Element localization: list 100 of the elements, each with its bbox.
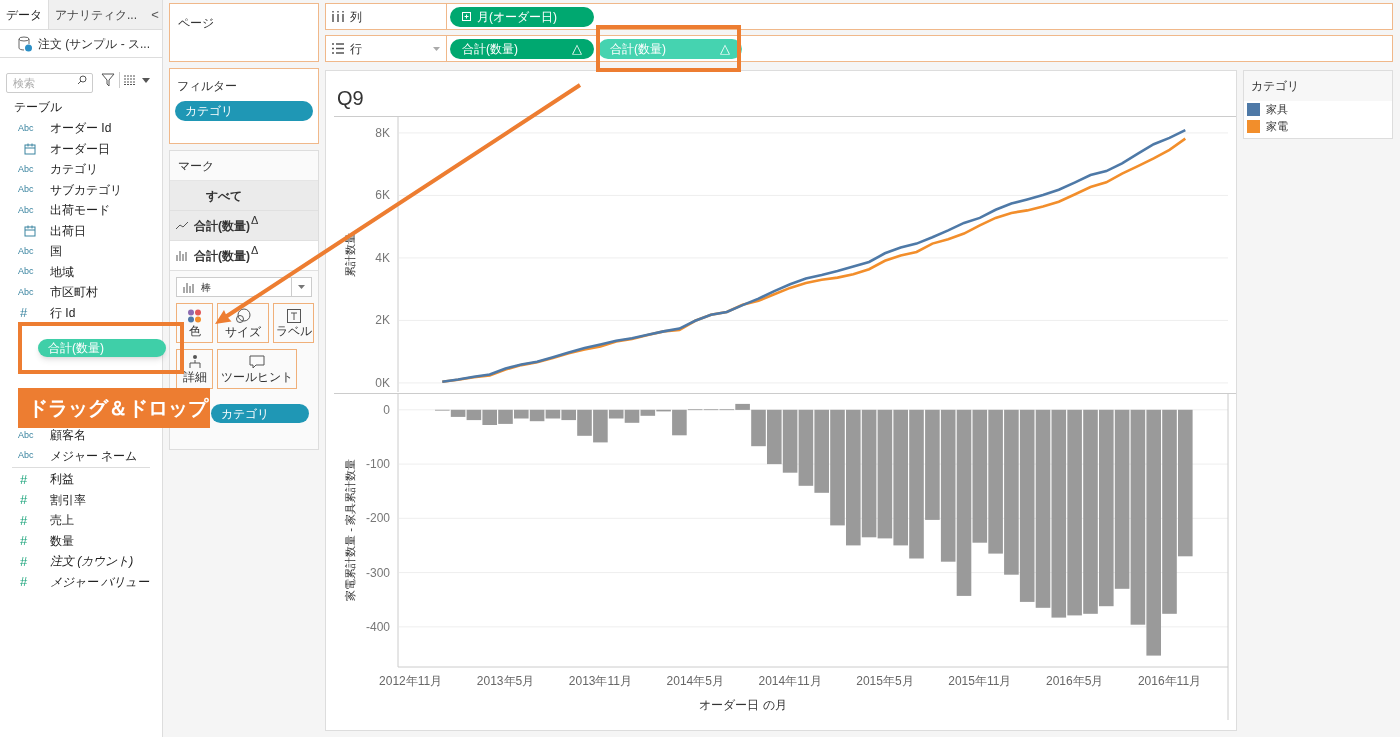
bar-mark-icon (176, 250, 188, 261)
mark-property-button[interactable]: ラベル (273, 303, 314, 343)
text-type-icon: Abc (18, 449, 42, 463)
speech-bubble-icon (249, 354, 265, 369)
axis-tick-label: 2K (375, 313, 390, 328)
axis-tick-label: 2016年5月 (1045, 674, 1104, 688)
mark-property-button[interactable]: 詳細 (176, 349, 213, 389)
number-type-icon: # (18, 531, 42, 551)
caret-icon (142, 77, 150, 83)
marks-tab[interactable]: すべて (170, 181, 318, 211)
filter-icon (101, 73, 115, 87)
field-item[interactable]: サブカテゴリ (50, 180, 122, 199)
number-type-icon: # (18, 551, 42, 571)
mark-property-button[interactable]: サイズ (217, 303, 269, 343)
text-type-icon: Abc (18, 203, 42, 217)
field-item[interactable]: 顧客名 (50, 426, 86, 445)
rows-icon (332, 43, 344, 54)
shelf-label: 列 (350, 8, 362, 26)
text-label-icon (286, 308, 301, 323)
search-icon (77, 75, 87, 85)
axis-tick-label: 2013年11月 (568, 674, 632, 688)
calendar-icon (24, 142, 36, 155)
field-item[interactable]: 注文 (カウント) (50, 552, 134, 571)
text-type-icon: Abc (18, 183, 42, 197)
pages-shelf[interactable]: ページ (169, 3, 319, 62)
text-type-icon: Abc (18, 162, 42, 176)
field-item[interactable]: オーダー日 (50, 139, 110, 158)
mark-type-dropdown[interactable]: 棒 (176, 277, 312, 297)
text-type-icon: Abc (18, 244, 42, 258)
mark-property-button[interactable]: 色 (176, 303, 213, 343)
columns-shelf[interactable]: 列 月(オーダー日) (325, 3, 1393, 30)
field-item[interactable]: カテゴリ (50, 160, 98, 179)
field-item[interactable]: オーダー Id (50, 119, 112, 138)
view-title: Q9 (336, 86, 365, 111)
axis-tick-label: 0K (375, 375, 390, 390)
text-type-icon: Abc (18, 121, 42, 135)
caret-icon (433, 46, 440, 51)
mark-property-button[interactable]: ツールヒント (217, 349, 297, 389)
field-item[interactable]: メジャー バリュー (50, 572, 150, 591)
axis-tick-label: -300 (365, 565, 390, 580)
shelf-label: 行 (350, 40, 362, 58)
callout-label: ドラッグ＆ドロップ (18, 388, 210, 428)
field-item[interactable]: 出荷モード (50, 201, 110, 220)
legend-title: カテゴリ (1244, 71, 1392, 101)
size-circles-icon (235, 307, 251, 324)
expand-icon (462, 12, 471, 21)
axis-tick-label: 4K (375, 250, 390, 265)
field-item[interactable]: 利益 (50, 470, 74, 489)
filters-shelf[interactable]: フィルター カテゴリ (169, 68, 319, 144)
axis-tick-label: 8K (375, 125, 390, 140)
columns-icon (332, 11, 344, 22)
axis-title: 家電累計数量 - 家具累計数量 (344, 459, 356, 601)
axis-tick-label: 2016年11月 (1137, 674, 1202, 688)
axis-tick-label: 2015年5月 (856, 674, 914, 688)
number-type-icon: # (18, 510, 42, 530)
axis-tick-label: 2014年5月 (666, 674, 724, 688)
axis-tick-label: 2015年11月 (948, 674, 1012, 688)
text-type-icon: Abc (18, 428, 42, 442)
shelf-title: フィルター (176, 78, 238, 95)
axis-tick-label: 2014年11月 (758, 674, 822, 688)
axis-tick-label: -100 (365, 457, 390, 472)
field-item[interactable]: 地域 (50, 262, 74, 281)
axis-tick-label: -400 (365, 619, 390, 634)
bar (782, 409, 798, 473)
panel-tab[interactable]: データ (0, 0, 49, 29)
legend-label: 家電 (1266, 119, 1288, 135)
section-heading: テーブル (13, 99, 63, 116)
color-dots-icon (186, 308, 203, 323)
dragged-pill: 合計(数量) (38, 339, 166, 357)
field-item[interactable]: 市区町村 (50, 283, 98, 302)
calendar-icon (24, 224, 36, 237)
detail-dots-icon (188, 354, 201, 369)
legend-label: 家具 (1266, 102, 1288, 118)
axis-tick-label: -200 (365, 511, 390, 526)
text-type-icon: Abc (18, 285, 42, 299)
text-type-icon: Abc (18, 265, 42, 279)
axis-title: オーダー日 の月 (699, 698, 787, 712)
field-item[interactable]: 行 Id (50, 303, 76, 322)
view-menu-button[interactable] (124, 75, 150, 85)
axis-tick-label: 6K (375, 188, 390, 203)
field-item[interactable]: 国 (50, 242, 62, 261)
line-mark-icon (176, 220, 188, 231)
filter-button[interactable] (101, 73, 115, 87)
axis-tick-label: 2012年11月 (379, 674, 443, 688)
field-item[interactable]: 売上 (50, 511, 74, 530)
list-icon (124, 75, 136, 85)
database-icon (18, 35, 32, 52)
axis-tick-label: 0 (383, 402, 390, 417)
number-type-icon: # (18, 490, 42, 510)
caret-icon (298, 285, 305, 289)
field-item[interactable]: メジャー ネーム (50, 446, 138, 465)
field-item[interactable]: 数量 (50, 531, 74, 550)
bar (545, 409, 561, 419)
field-item[interactable]: 割引率 (50, 490, 86, 509)
search-field[interactable]: 検索 (6, 73, 93, 93)
number-type-icon: # (18, 303, 42, 323)
bar-mark-icon (183, 281, 195, 293)
number-type-icon: # (18, 572, 42, 592)
field-item[interactable]: 出荷日 (50, 221, 86, 240)
data-source-name[interactable]: 注文 (サンプル - ス... (38, 34, 150, 53)
